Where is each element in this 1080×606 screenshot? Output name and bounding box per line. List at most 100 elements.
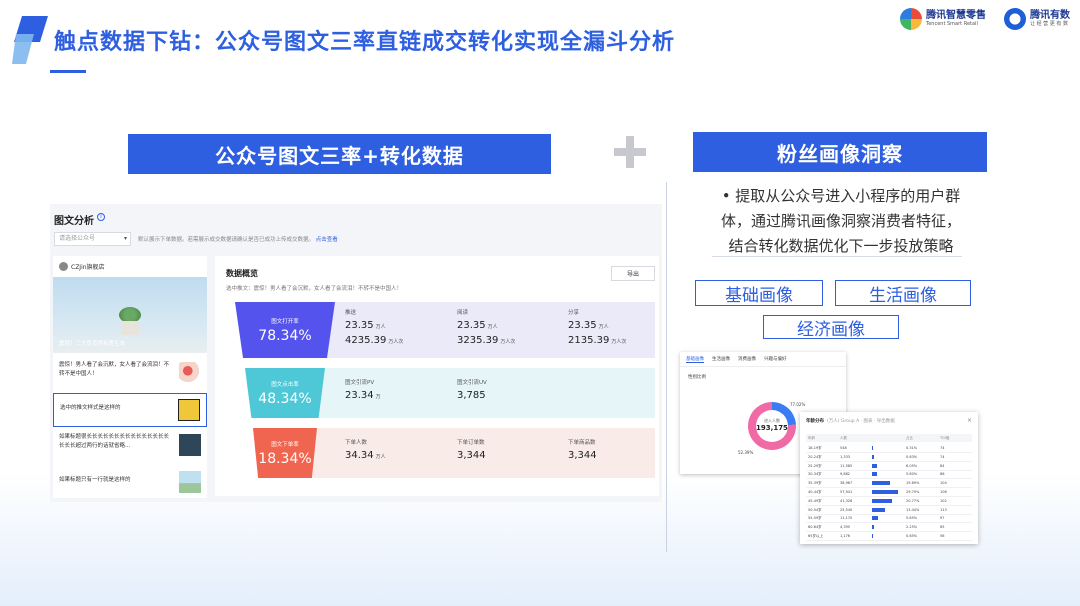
- featured-article-caption: 震惊！三文鱼竟然有寄生虫: [59, 341, 126, 347]
- tab-basic-profile[interactable]: 基础画像: [686, 356, 704, 363]
- article-thumbnail: [179, 434, 201, 456]
- metric-uv: 图文引流UV 3,785: [457, 378, 488, 401]
- metric-value: 3,344: [457, 450, 486, 461]
- age-share-bar: [872, 463, 878, 468]
- table-cell: 29.70%: [906, 490, 920, 494]
- view-details-link[interactable]: 点击查看: [316, 237, 338, 243]
- tag-basic-profile: 基础画像: [695, 280, 823, 306]
- article-thumbnail: [178, 399, 200, 421]
- table-cell: 102: [940, 498, 947, 503]
- article-analytics-dashboard: 图文分析 i 请选择公众号 默认展示下单数据。若需展示成交数据请确认是否已成功上…: [50, 204, 662, 502]
- chart-subtitle: 性别比例: [688, 375, 706, 380]
- brand-mark-icon: [12, 16, 48, 64]
- list-item-title: 震惊！男人看了会沉默，女人看了会流泪！不转不是中国人！: [59, 362, 170, 377]
- metric-unit: 万人: [598, 324, 609, 330]
- table-cell: 6.05%: [906, 463, 918, 468]
- tab-consumption-profile[interactable]: 消费画像: [738, 356, 756, 363]
- age-table-title: 年龄分布 (万人) Group A · 图表 · 导出数据: [806, 418, 895, 424]
- pot-image: [121, 321, 139, 335]
- data-overview-panel: 数据概览 选中推文：震惊！男人看了会沉默，女人看了会流泪！不转不是中国人！ 导出…: [215, 256, 659, 496]
- age-share-bar: [872, 481, 890, 486]
- table-cell: 74: [940, 446, 945, 450]
- table-cell: 5.60%: [906, 472, 918, 477]
- youshu-logo-name: 腾讯有数: [1030, 10, 1070, 21]
- funnel-step-open-rate: 图文打开率 78.34%: [235, 302, 335, 358]
- list-item-title: 如果标题很长长长长长长长长长长长长长长长长长长超过两行的话就省略...: [59, 434, 170, 449]
- youshu-logo: 腾讯有数 让 经 营 更 有 数: [1004, 6, 1070, 32]
- table-row: 18-19岁 548 0.31% 74: [806, 444, 972, 452]
- funnel-label: 图文点击率: [271, 381, 299, 388]
- metric-value: 23.35: [568, 320, 597, 331]
- info-icon[interactable]: i: [97, 213, 105, 221]
- funnel-value: 48.34%: [258, 390, 312, 407]
- account-header: CZJin旗舰店: [59, 262, 105, 271]
- open-rate-row: 图文打开率 78.34% 推送 23.35 万人 4235.39 万人次 阅读 23…: [235, 302, 655, 358]
- donut-percent-bottom: 52.39%: [738, 450, 754, 455]
- metric-label: 分享: [568, 310, 580, 316]
- table-cell: 55-59岁: [808, 516, 822, 521]
- age-share-bar: [872, 534, 873, 538]
- close-icon[interactable]: ×: [967, 417, 972, 424]
- table-cell: 1,333: [840, 454, 851, 459]
- tab-lifestyle-profile[interactable]: 生活画像: [712, 356, 730, 363]
- featured-article[interactable]: 震惊！三文鱼竟然有寄生虫: [53, 277, 207, 353]
- list-item[interactable]: 震惊！男人看了会沉默，女人看了会流泪！不转不是中国人！: [53, 357, 207, 391]
- table-cell: 20.77%: [906, 498, 920, 503]
- table-cell: 104: [940, 481, 947, 486]
- funnel-value: 18.34%: [258, 450, 312, 467]
- table-row: 20-24岁 1,333 0.63% 74: [806, 453, 972, 461]
- donut-percent-top: 77.02%: [790, 402, 806, 407]
- right-section-banner: 粉丝画像洞察: [693, 132, 987, 172]
- export-button[interactable]: 导出: [611, 266, 655, 281]
- age-share-bar: [872, 498, 892, 503]
- age-table-title-text: 年龄分布: [806, 419, 824, 424]
- metric-value-secondary: 3235.39: [457, 335, 499, 346]
- table-cell: 0.63%: [906, 454, 918, 459]
- overview-subtitle: 选中推文：震惊！男人看了会沉默，女人看了会流泪！不转不是中国人！: [226, 286, 403, 292]
- list-item[interactable]: 如果标题很长长长长长长长长长长长长长长长长长长超过两行的话就省略...: [53, 429, 207, 463]
- profile-age-screenshot: 年龄分布 (万人) Group A · 图表 · 导出数据 × 年龄 人数 占比 …: [800, 412, 978, 544]
- donut-center: 进入人数 193,175: [748, 418, 796, 432]
- smart-retail-logo: 腾讯智慧零售 Tencent Smart Retail: [900, 6, 986, 32]
- funnel-step-click-rate: 图文点击率 48.34%: [245, 368, 325, 418]
- tab-interest-profile[interactable]: 兴趣与偏好: [764, 356, 787, 363]
- table-cell: 9,882: [840, 472, 851, 477]
- column-header: 年龄: [808, 436, 815, 440]
- metric-label: 下单订单数: [457, 440, 485, 446]
- metric-unit: 万: [375, 394, 381, 400]
- table-cell: 20-24岁: [808, 454, 822, 459]
- age-table-header: 年龄 人数 占比 TGI值: [806, 434, 972, 442]
- metric-label: 下单商品数: [568, 440, 596, 446]
- youshu-logo-sub: 让 经 营 更 有 数: [1030, 21, 1068, 27]
- table-cell: 18-19岁: [808, 446, 822, 450]
- account-select[interactable]: 请选择公众号: [54, 232, 131, 246]
- tab-divider: [680, 366, 846, 367]
- column-header: 人数: [840, 436, 847, 440]
- funnel-label: 图文下单率: [271, 441, 299, 448]
- age-share-bar: [872, 472, 877, 477]
- table-cell: 35-39岁: [808, 481, 822, 486]
- insight-line: • 提取从公众号进入小程序的用户群: [721, 187, 961, 205]
- metric-unit: 万人: [375, 324, 386, 330]
- table-cell: 84: [940, 463, 945, 468]
- slide-title: 触点数据下钻：公众号图文三率直链成交转化实现全漏斗分析: [54, 30, 676, 55]
- overview-title: 数据概览: [226, 269, 258, 278]
- table-row: 45-49岁 41,328 20.77% 102: [806, 497, 972, 505]
- smart-retail-logo-sub: Tencent Smart Retail: [926, 21, 978, 27]
- list-item-selected[interactable]: 选中的推文样式是这样的: [53, 393, 207, 427]
- table-cell: 4,395: [840, 525, 851, 530]
- table-cell: 0.31%: [906, 446, 918, 450]
- metric-push: 推送 23.35 万人 4235.39 万人次: [345, 308, 403, 346]
- dashboard-title: 图文分析: [54, 216, 94, 227]
- dashboard-note-text: 默认展示下单数据。若需展示成交数据请确认是否已成功上传成交数据。: [138, 237, 315, 243]
- table-cell: 41,328: [840, 498, 853, 503]
- table-cell: 2.25%: [906, 525, 918, 530]
- metric-read: 阅读 23.35 万人 3235.39 万人次: [457, 308, 515, 346]
- metric-unit: 万人: [487, 324, 498, 330]
- metric-label: 下单人数: [345, 440, 368, 446]
- metric-label: 推送: [345, 310, 357, 316]
- column-header: 占比: [906, 436, 913, 440]
- list-item[interactable]: 如果标题只有一行就是这样的: [53, 466, 207, 500]
- metric-unit: 万人次: [388, 339, 404, 345]
- metric-label: 阅读: [457, 310, 469, 316]
